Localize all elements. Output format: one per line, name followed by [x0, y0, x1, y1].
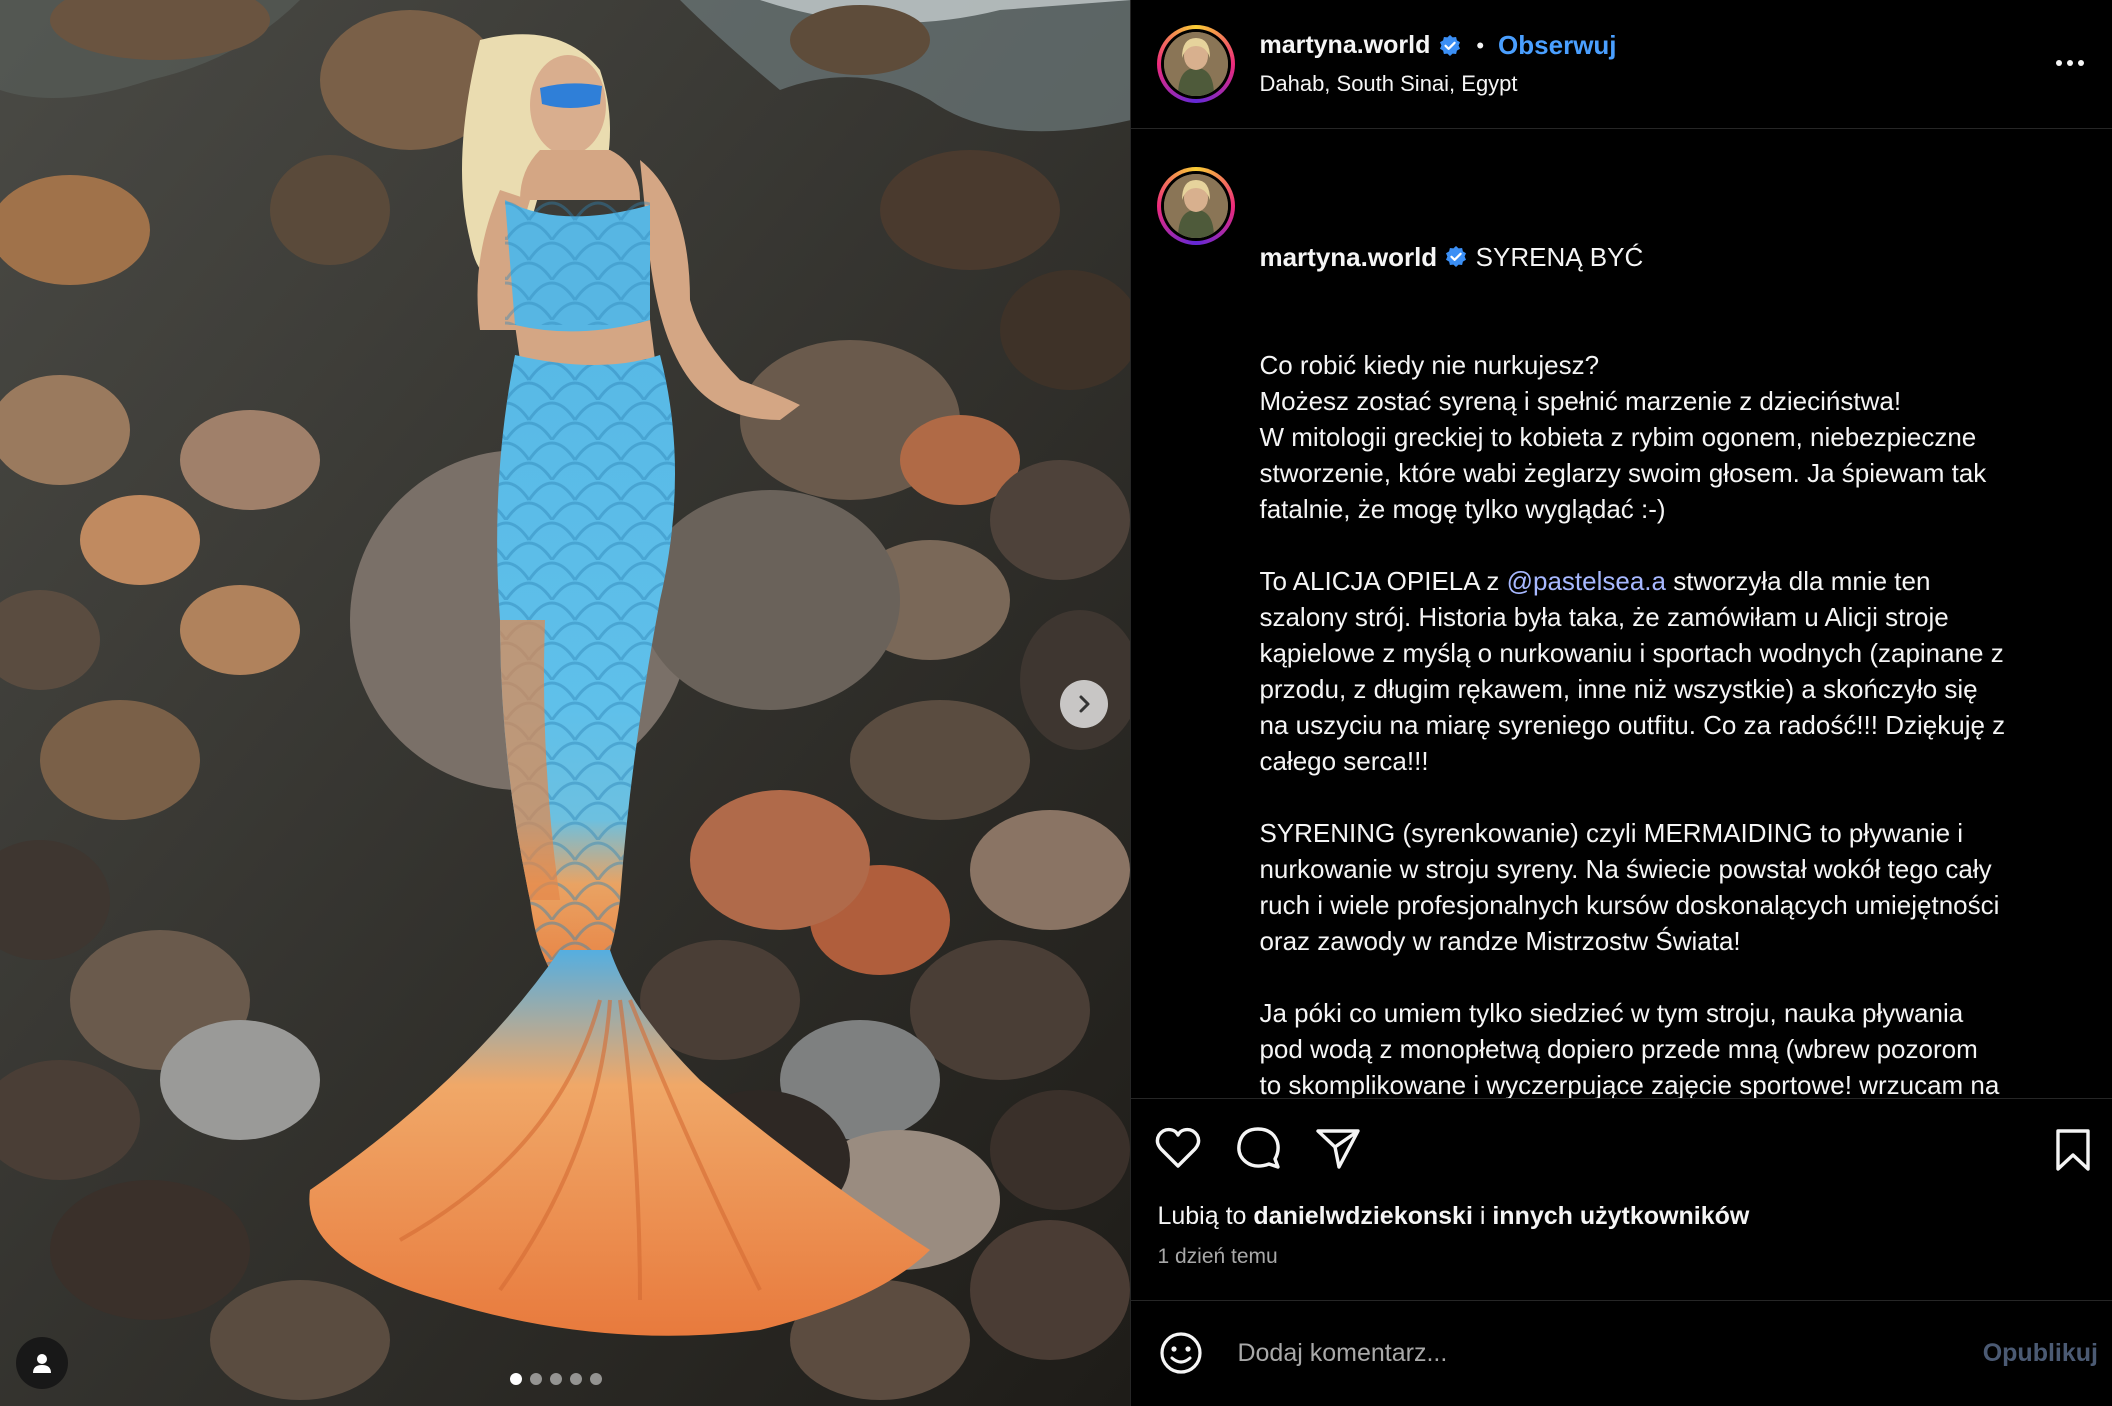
caption-line: [1259, 527, 2096, 563]
mention-link[interactable]: @pastelsea.a: [1507, 566, 1666, 596]
publish-button[interactable]: Opublikuj: [1983, 1339, 2098, 1368]
heart-icon: [1156, 1128, 1201, 1168]
caption-line: SYRENING (syrenkowanie) czyli MERMAIDING…: [1259, 817, 1964, 848]
verified-badge-icon: [1440, 34, 1461, 56]
caption-line: W mitologii greckiej to kobieta z rybim …: [1259, 421, 1977, 452]
caption-line: Co robić kiedy nie nurkujesz?: [1259, 349, 1600, 380]
avatar[interactable]: [1157, 24, 1236, 103]
comment-input[interactable]: [1235, 1337, 1920, 1369]
avatar-image: [1164, 31, 1229, 96]
carousel-indicator: [510, 1373, 602, 1385]
caption-line: całego serca!!!: [1259, 745, 1429, 776]
likes-summary: Lubią to danielwdziekonski i innych użyt…: [1157, 1201, 1750, 1230]
other-likers-link[interactable]: innych użytkowników: [1492, 1202, 1749, 1230]
caption-title: SYRENĄ BYĆ: [1475, 241, 1644, 272]
caption-line: To ALICJA OPIELA z @pastelsea.a stworzył…: [1259, 565, 1931, 596]
carousel-dot: [530, 1373, 542, 1385]
mermaid-photo: [0, 0, 1131, 1406]
caption-lines: Co robić kiedy nie nurkujesz? Możesz zost…: [1259, 347, 2096, 1099]
comment-composer: Opublikuj: [1131, 1301, 2112, 1406]
post-header: martyna.world • Obserwuj Dahab, South Si…: [1131, 0, 2112, 129]
avatar-image: [1164, 173, 1229, 238]
comment-icon: [1237, 1127, 1281, 1169]
carousel-dot: [590, 1373, 602, 1385]
caption-scroll-area[interactable]: martyna.world SYRENĄ BYĆ Co robić kiedy …: [1131, 129, 2112, 1099]
emoji-button[interactable]: [1157, 1329, 1205, 1377]
comment-button[interactable]: [1233, 1123, 1283, 1173]
caption-line: ruch i wiele profesjonalnych kursów dosk…: [1259, 889, 2000, 920]
user-tag-icon: [33, 1354, 51, 1373]
instagram-post-view: martyna.world • Obserwuj Dahab, South Si…: [0, 0, 2112, 1406]
emoji-icon: [1160, 1332, 1203, 1375]
caption-avatar[interactable]: [1157, 166, 1236, 245]
caption-line: stworzenie, które wabi żeglarzy swoim gł…: [1259, 457, 1987, 488]
caption-line: oraz zawody w randze Mistrzostw Świata!: [1259, 925, 1741, 956]
more-options-button[interactable]: [2050, 48, 2090, 78]
tagged-users-button[interactable]: [16, 1337, 68, 1389]
carousel-dot: [510, 1373, 522, 1385]
more-icon: [2056, 60, 2062, 66]
share-icon: [1316, 1129, 1361, 1169]
post-timestamp[interactable]: 1 dzień temu: [1131, 1242, 2112, 1301]
share-button[interactable]: [1313, 1123, 1363, 1173]
carousel-dot: [550, 1373, 562, 1385]
caption-line: [1259, 959, 2096, 995]
caption-line: na uszyciu na miarę syreniego outfitu. C…: [1259, 709, 2006, 740]
caption-line: pod wodą z monopłetwą dopiero przede mną…: [1259, 1033, 1978, 1064]
caption-line: to skomplikowane i wyczerpujące zajęcie …: [1259, 1069, 2000, 1099]
caption-line: szalony strój. Historia była taka, że za…: [1259, 601, 1949, 632]
carousel-dot: [570, 1373, 582, 1385]
liked-by-user-link[interactable]: danielwdziekonski: [1253, 1202, 1473, 1230]
bookmark-icon: [2056, 1128, 2090, 1171]
separator-dot: •: [1476, 32, 1485, 58]
caption-line: [1259, 779, 2096, 815]
verified-badge-icon: [1446, 245, 1467, 267]
like-button[interactable]: [1153, 1123, 1203, 1173]
location-link[interactable]: Dahab, South Sinai, Egypt: [1259, 71, 1616, 97]
follow-button[interactable]: Obserwuj: [1498, 30, 1616, 61]
caption-line: fatalnie, że mogę tylko wyglądać :-): [1259, 493, 1666, 524]
post-photo[interactable]: [0, 0, 1131, 1406]
post-actions: [1131, 1099, 2112, 1198]
caption-username-link[interactable]: martyna.world: [1259, 242, 1437, 272]
username-link[interactable]: martyna.world: [1259, 31, 1430, 60]
caption-line: Możesz zostać syreną i spełnić marzenie …: [1259, 385, 1902, 416]
save-button[interactable]: [2048, 1125, 2098, 1175]
caption-line: przodu, z długim rękawem, inne niż wszys…: [1259, 673, 1978, 704]
caption-line: Ja póki co umiem tylko siedzieć w tym st…: [1259, 997, 1964, 1028]
post-details-panel: martyna.world • Obserwuj Dahab, South Si…: [1130, 0, 2112, 1406]
caption-line: kąpielowe z myślą o nurkowaniu i sportac…: [1259, 637, 2004, 668]
chevron-right-icon: [1079, 695, 1090, 713]
caption-line: nurkowanie w stroju syreny. Na świecie p…: [1259, 853, 1992, 884]
next-slide-button[interactable]: [1060, 680, 1108, 728]
caption-text: martyna.world SYRENĄ BYĆ Co robić kiedy …: [1259, 167, 2096, 1098]
caption-first-line: martyna.world SYRENĄ BYĆ: [1259, 239, 2096, 275]
